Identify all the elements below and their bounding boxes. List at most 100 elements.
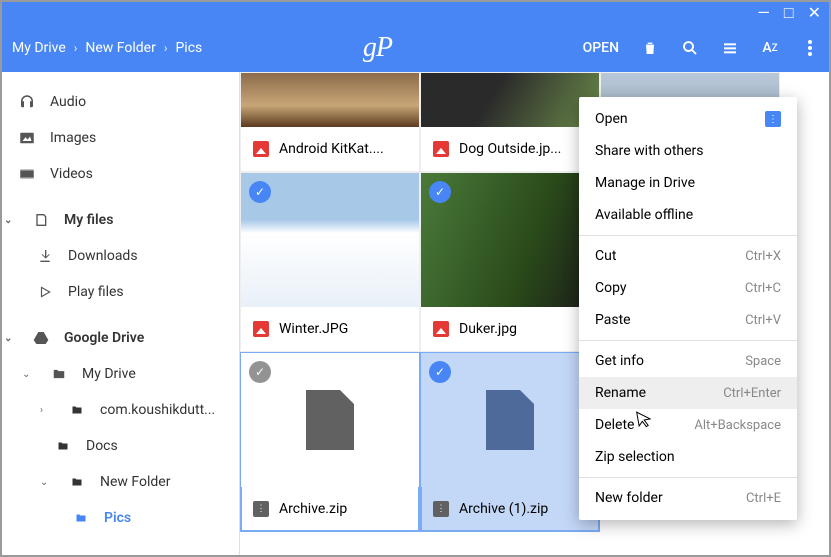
sidebar-item-videos[interactable]: Videos (2, 156, 239, 192)
menu-separator (579, 477, 797, 478)
file-tile[interactable]: Dog Outside.jp... (420, 72, 600, 172)
keyboard-shortcut: Ctrl+V (745, 313, 781, 328)
sidebar-label: Images (50, 130, 96, 146)
window-titlebar: — □ ✕ (2, 2, 829, 24)
context-menu-item[interactable]: Copy Ctrl+C (579, 272, 797, 304)
chevron-right-icon: › (164, 41, 168, 55)
file-tile[interactable]: ✓ Winter.JPG (240, 172, 420, 352)
search-icon[interactable] (681, 39, 699, 57)
chevron-down-icon: ⌄ (40, 477, 50, 488)
menu-item-label: Manage in Drive (595, 175, 695, 191)
folder-icon (68, 473, 86, 491)
menu-item-label: Paste (595, 312, 631, 328)
file-name: Archive.zip (279, 501, 347, 517)
sidebar-item-pics[interactable]: Pics (2, 500, 239, 536)
selection-check-icon[interactable]: ✓ (429, 361, 451, 383)
context-menu-item[interactable]: Zip selection (579, 441, 797, 473)
chevron-down-icon: ⌄ (22, 369, 32, 380)
menu-item-label: Zip selection (595, 449, 675, 465)
keyboard-shortcut: Space (745, 354, 781, 369)
context-menu: Open ⋮ Share with others Manage in Drive Ava… (579, 97, 797, 520)
sidebar-item-docs[interactable]: Docs (2, 428, 239, 464)
breadcrumb-item[interactable]: New Folder (85, 40, 155, 56)
maximize-button[interactable]: □ (784, 5, 794, 21)
app-badge-icon: ⋮ (765, 111, 781, 127)
file-name: Android KitKat.... (279, 141, 384, 157)
delete-icon[interactable] (641, 39, 659, 57)
keyboard-shortcut: Ctrl+C (745, 281, 781, 296)
context-menu-item[interactable]: Get info Space (579, 345, 797, 377)
file-icon (306, 390, 354, 450)
open-button[interactable]: OPEN (583, 40, 619, 56)
menu-item-label: Copy (595, 280, 627, 296)
folder-icon (72, 509, 90, 527)
menu-item-label: New folder (595, 490, 663, 506)
folder-icon (50, 365, 68, 383)
context-menu-item[interactable]: Manage in Drive (579, 167, 797, 199)
view-list-icon[interactable] (721, 39, 739, 57)
chevron-right-icon: › (40, 405, 50, 416)
sidebar-item-playfiles[interactable]: Play files (2, 274, 239, 310)
sidebar-item-downloads[interactable]: Downloads (2, 238, 239, 274)
context-menu-item[interactable]: Paste Ctrl+V (579, 304, 797, 336)
sidebar-item-audio[interactable]: Audio (2, 84, 239, 120)
sidebar-item-myfiles[interactable]: ⌄My files (2, 202, 239, 238)
sidebar-label: My Drive (82, 366, 136, 382)
file-name: Archive (1).zip (459, 501, 548, 517)
sidebar-item-gdrive[interactable]: ⌄Google Drive (2, 320, 239, 356)
video-icon (18, 165, 36, 183)
file-icon (486, 390, 534, 450)
menu-item-label: Get info (595, 353, 644, 369)
menu-item-label: Delete (595, 417, 634, 433)
keyboard-shortcut: Alt+Backspace (694, 418, 781, 433)
folder-icon (54, 437, 72, 455)
sort-icon[interactable]: AZ (761, 39, 779, 57)
chevron-right-icon: › (74, 41, 78, 55)
sd-card-icon (32, 211, 50, 229)
selection-check-icon[interactable]: ✓ (249, 361, 271, 383)
sidebar-label: com.koushikdutt... (100, 402, 215, 418)
context-menu-item[interactable]: Delete Alt+Backspace (579, 409, 797, 441)
menu-separator (579, 235, 797, 236)
context-menu-item[interactable]: Open ⋮ (579, 103, 797, 135)
selection-check-icon[interactable]: ✓ (429, 181, 451, 203)
sidebar-label: Google Drive (64, 330, 144, 346)
sidebar-label: New Folder (100, 474, 170, 490)
mouse-cursor-icon (636, 409, 653, 429)
breadcrumb-item[interactable]: Pics (175, 40, 202, 56)
context-menu-item[interactable]: RenameCtrl+Enter (579, 377, 797, 409)
sidebar-item-newfolder[interactable]: ⌄ New Folder (2, 464, 239, 500)
sidebar-label: Downloads (68, 248, 138, 264)
close-button[interactable]: ✕ (808, 5, 821, 21)
file-name: Duker.jpg (459, 321, 517, 337)
more-icon[interactable] (801, 39, 819, 57)
context-menu-item[interactable]: CutCtrl+X (579, 240, 797, 272)
sidebar-item-com[interactable]: › com.koushikdutt... (2, 392, 239, 428)
image-file-icon (253, 321, 269, 337)
play-icon (36, 283, 54, 301)
context-menu-item[interactable]: Share with others (579, 135, 797, 167)
image-icon (18, 129, 36, 147)
breadcrumb-item[interactable]: My Drive (12, 40, 66, 56)
sidebar-item-mydrive[interactable]: ⌄ My Drive (2, 356, 239, 392)
sidebar-label: Pics (104, 510, 131, 526)
image-file-icon (253, 141, 269, 157)
file-tile[interactable]: ✓ ⋮Archive.zip (240, 352, 420, 532)
file-tile[interactable]: Android KitKat.... (240, 72, 420, 172)
minimize-button[interactable]: — (757, 5, 770, 21)
menu-item-label: Open (595, 111, 628, 127)
image-file-icon (433, 321, 449, 337)
menu-separator (579, 340, 797, 341)
menu-item-label: Available offline (595, 207, 693, 223)
file-tile[interactable]: ✓ Duker.jpg (420, 172, 600, 352)
selection-check-icon[interactable]: ✓ (249, 181, 271, 203)
file-name: Winter.JPG (279, 321, 348, 337)
sidebar-label: My files (64, 212, 113, 228)
drive-icon (32, 329, 50, 347)
sidebar-label: Docs (86, 438, 118, 454)
sidebar-item-images[interactable]: Images (2, 120, 239, 156)
context-menu-item[interactable]: Available offline (579, 199, 797, 231)
breadcrumb: My Drive › New Folder › Pics (12, 40, 202, 56)
file-tile[interactable]: ✓ ⋮Archive (1).zip (420, 352, 600, 532)
context-menu-item[interactable]: New folderCtrl+E (579, 482, 797, 514)
